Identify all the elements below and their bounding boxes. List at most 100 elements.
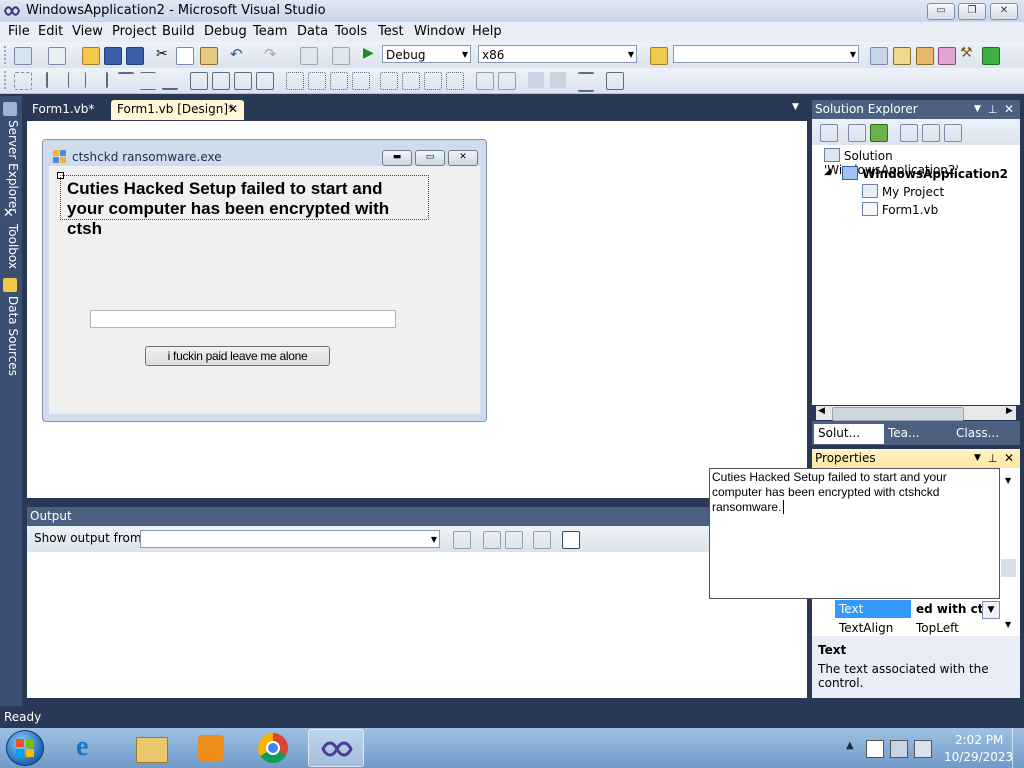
redo-icon[interactable]: ↷ [264, 45, 277, 63]
horizontal-scrollbar[interactable]: ◀ ▶ [816, 406, 1016, 421]
solution-platform-select[interactable]: x86 ▼ [478, 45, 637, 63]
scroll-thumb[interactable] [832, 407, 964, 421]
property-scrollbar-thumb[interactable] [1001, 559, 1016, 577]
close-tab-icon[interactable]: ✕ [228, 100, 238, 119]
tab-solution-explorer[interactable]: Solut... [814, 424, 884, 444]
taskbar-file-explorer[interactable] [124, 729, 180, 767]
taskbar-media-player[interactable] [184, 729, 240, 767]
increase-horizontal-spacing-icon[interactable] [308, 72, 326, 90]
center-horizontally-icon[interactable] [476, 72, 494, 90]
textbox-control[interactable] [90, 310, 396, 328]
save-all-icon[interactable] [126, 47, 144, 65]
toggle-word-wrap-icon[interactable] [562, 531, 580, 549]
text-property-editor[interactable]: Cuties Hacked Setup failed to start and … [709, 468, 1000, 599]
tab-overflow-icon[interactable]: ▼ [792, 102, 799, 112]
minimize-button[interactable]: ▭ [927, 3, 955, 20]
property-value-text[interactable]: ed with ctsh [912, 600, 992, 618]
find-in-files-icon[interactable] [650, 47, 668, 65]
tab-order-icon[interactable] [578, 72, 594, 92]
align-lefts-icon[interactable] [46, 72, 64, 88]
data-sources-tab[interactable]: Data Sources [2, 296, 20, 376]
start-debugging-icon[interactable]: ▶ [363, 45, 374, 61]
lock-controls-icon[interactable] [606, 72, 624, 90]
clock-time[interactable]: 2:02 PM [955, 733, 1003, 747]
property-value-textalign[interactable]: TopLeft [916, 621, 959, 635]
show-all-files-icon[interactable] [848, 124, 866, 142]
action-center-icon[interactable] [866, 740, 884, 758]
decrease-vertical-spacing-icon[interactable] [424, 72, 442, 90]
solution-explorer-icon[interactable] [870, 47, 888, 65]
view-class-diagram-icon[interactable] [944, 124, 962, 142]
previous-message-icon[interactable] [483, 531, 501, 549]
menu-debug[interactable]: Debug [204, 24, 247, 39]
align-to-grid-icon[interactable] [14, 72, 32, 90]
object-browser-icon[interactable] [916, 47, 934, 65]
button-control[interactable]: i fuckin paid leave me alone [145, 346, 330, 366]
pin-icon[interactable]: ⊥ [988, 449, 998, 468]
scroll-left-icon[interactable]: ◀ [818, 406, 825, 416]
scroll-down-icon[interactable]: ▼ [1005, 476, 1011, 485]
text-editor-value[interactable]: Cuties Hacked Setup failed to start and … [712, 470, 947, 514]
menu-view[interactable]: View [72, 24, 103, 39]
network-icon[interactable] [890, 740, 908, 758]
pane-options-icon[interactable]: ▼ [974, 100, 981, 119]
menu-window[interactable]: Window [414, 24, 465, 39]
menu-project[interactable]: Project [112, 24, 156, 39]
form-close-button[interactable]: ✕ [448, 150, 478, 166]
find-combo[interactable]: ▼ [673, 45, 859, 63]
new-project-icon[interactable] [14, 47, 32, 65]
increase-vertical-spacing-icon[interactable] [402, 72, 420, 90]
form-maximize-button[interactable]: ▭ [415, 150, 445, 166]
align-centers-icon[interactable] [68, 72, 86, 88]
clock-date[interactable]: 10/29/2023 [944, 750, 1013, 764]
align-tops-icon[interactable] [118, 72, 134, 90]
menu-edit[interactable]: Edit [38, 24, 63, 39]
undo-icon[interactable]: ↶ [230, 45, 243, 63]
tab-form1-design[interactable]: Form1.vb [Design]* ✕ [111, 100, 244, 120]
close-pane-icon[interactable]: ✕ [1004, 449, 1014, 468]
label-control[interactable]: Cuties Hacked Setup failed to start and … [60, 175, 429, 238]
scroll-down-icon[interactable]: ▼ [1005, 620, 1011, 629]
extension-manager-icon[interactable]: ⚒ [960, 45, 973, 61]
maximize-button[interactable]: ❐ [958, 3, 986, 20]
close-pane-icon[interactable]: ✕ [1004, 100, 1014, 119]
vertical-spacing-icon[interactable] [380, 72, 398, 90]
output-text-area[interactable] [27, 552, 807, 698]
volume-icon[interactable] [914, 740, 932, 758]
toolbox-tab[interactable]: Toolbox [2, 224, 20, 269]
view-designer-icon[interactable] [922, 124, 940, 142]
menu-tools[interactable]: Tools [335, 24, 367, 39]
show-hidden-icons-icon[interactable]: ▲ [846, 740, 854, 751]
property-name-text[interactable]: Text [835, 600, 911, 618]
menu-help[interactable]: Help [472, 24, 502, 39]
output-source-select[interactable]: ▼ [140, 530, 440, 548]
copy-icon[interactable] [176, 47, 194, 65]
view-code-icon[interactable] [900, 124, 918, 142]
next-message-icon[interactable] [505, 531, 523, 549]
data-sources-icon[interactable] [3, 278, 17, 292]
tree-item-form1[interactable]: Form1.vb [862, 202, 938, 217]
save-icon[interactable] [104, 47, 122, 65]
send-to-back-icon[interactable] [550, 72, 566, 88]
align-middles-icon[interactable] [140, 72, 156, 90]
bring-to-front-icon[interactable] [528, 72, 544, 88]
expand-arrow-icon[interactable]: ◢ [824, 167, 831, 177]
clear-all-icon[interactable] [533, 531, 551, 549]
tab-class-view[interactable]: Class... [956, 424, 999, 444]
paste-icon[interactable] [200, 47, 218, 65]
scroll-right-icon[interactable]: ▶ [1006, 406, 1013, 416]
form-minimize-button[interactable]: ▬ [382, 150, 412, 166]
toolbox-icon[interactable]: ✕ [3, 206, 14, 221]
tree-item-project[interactable]: WindowsApplication2 [842, 166, 1008, 181]
find-message-icon[interactable] [453, 531, 471, 549]
start-page-icon[interactable] [982, 47, 1000, 65]
tree-item-my-project[interactable]: My Project [862, 184, 944, 199]
property-name-textalign[interactable]: TextAlign [839, 621, 893, 635]
pane-options-icon[interactable]: ▼ [974, 449, 981, 468]
center-vertically-icon[interactable] [498, 72, 516, 90]
toolbar-grip[interactable] [4, 71, 9, 89]
menu-build[interactable]: Build [162, 24, 195, 39]
server-explorer-icon[interactable] [3, 102, 17, 116]
horizontal-spacing-icon[interactable] [286, 72, 304, 90]
refresh-icon[interactable] [870, 124, 888, 142]
